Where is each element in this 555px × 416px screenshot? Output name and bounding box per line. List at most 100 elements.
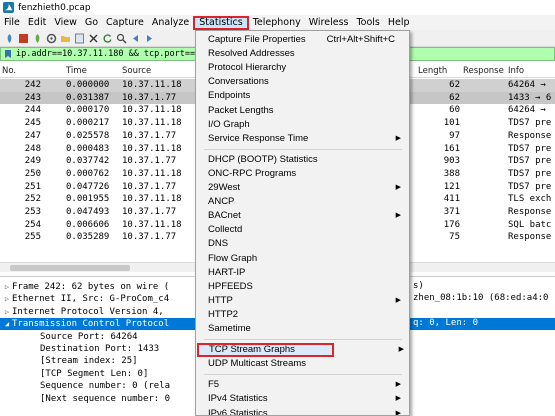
menu-item-label: HTTP (208, 294, 233, 306)
packet-info: Response (508, 232, 552, 243)
menu-item-hpfeeds[interactable]: HPFEEDS (196, 280, 409, 294)
go-forward-icon[interactable] (144, 33, 155, 44)
menu-tools[interactable]: Tools (352, 16, 383, 30)
save-file-icon[interactable] (74, 33, 85, 44)
packet-no: 242 (24, 80, 41, 90)
capture-options-icon[interactable] (46, 33, 57, 44)
find-packet-icon[interactable] (116, 33, 127, 44)
menu-item-bacnet[interactable]: BACnet ▶ (196, 209, 409, 223)
stop-capture-icon[interactable] (18, 33, 29, 44)
column-length[interactable]: Length (418, 66, 447, 76)
menu-edit[interactable]: Edit (24, 16, 50, 30)
column-time[interactable]: Time (66, 66, 87, 76)
menu-item-endpoints[interactable]: Endpoints (196, 89, 409, 103)
column-response[interactable]: Response (463, 66, 504, 76)
menu-item-i-o-graph[interactable]: I/O Graph (196, 118, 409, 132)
expand-arrow-icon[interactable]: ▷ (2, 281, 12, 293)
packet-info: 64264 → (508, 80, 546, 90)
packet-info: TDS7 pre (508, 168, 552, 179)
menu-item-http[interactable]: HTTP ▶ (196, 294, 409, 308)
packet-source: 10.37.11.18 (122, 194, 182, 205)
detail-line[interactable]: [Next sequence number: 0 (30, 393, 170, 405)
restart-capture-icon[interactable] (32, 33, 43, 44)
expand-arrow-icon[interactable]: ◢ (2, 318, 12, 330)
open-file-icon[interactable] (60, 33, 71, 44)
detail-line[interactable]: [Stream index: 25] (30, 355, 138, 367)
detail-text: [TCP Segment Len: 0] (40, 368, 149, 379)
menu-item-ipv4-statistics[interactable]: IPv4 Statistics ▶ (196, 392, 409, 406)
packet-info: 1433 → 6 (508, 92, 552, 103)
packet-no: 252 (24, 194, 41, 205)
menu-item-capture-file-properties[interactable]: Capture File Properties Ctrl+Alt+Shift+C (196, 33, 409, 47)
menu-item-flow-graph[interactable]: Flow Graph (196, 252, 409, 266)
menu-item-hart-ip[interactable]: HART-IP (196, 266, 409, 280)
start-capture-icon[interactable] (4, 33, 15, 44)
menu-go[interactable]: Go (81, 16, 102, 30)
menu-item-label: DNS (208, 238, 229, 250)
menu-item-resolved-addresses[interactable]: Resolved Addresses (196, 47, 409, 61)
close-file-icon[interactable] (88, 33, 99, 44)
menu-item-sametime[interactable]: Sametime (196, 322, 409, 336)
menu-item-collectd[interactable]: Collectd (196, 223, 409, 237)
packet-time: 0.001955 (66, 194, 110, 205)
packet-length: 97 (449, 130, 460, 141)
menu-item-udp-multicast-streams[interactable]: UDP Multicast Streams (196, 357, 409, 371)
menu-statistics[interactable]: Statistics (193, 15, 249, 30)
packet-time: 0.000483 (66, 143, 110, 154)
menu-separator (204, 339, 402, 341)
menu-item-conversations[interactable]: Conversations (196, 75, 409, 89)
detail-line[interactable]: ▷ Ethernet II, Src: G-ProCom_c4 (2, 293, 169, 305)
packet-time: 0.006606 (66, 219, 110, 230)
packet-info: Response (508, 130, 552, 141)
packet-no: 245 (24, 118, 41, 129)
packet-length: 371 (443, 207, 460, 217)
submenu-arrow-icon: ▶ (395, 212, 401, 220)
menu-item-dns[interactable]: DNS (196, 237, 409, 251)
menu-item-tcp-stream-graphs[interactable]: TCP Stream Graphs ▶ (197, 343, 404, 357)
menu-file[interactable]: File (0, 16, 24, 30)
column-no[interactable]: No. (2, 66, 16, 76)
bookmark-icon[interactable] (3, 49, 13, 59)
reload-icon[interactable] (102, 33, 113, 44)
menu-view[interactable]: View (50, 16, 81, 30)
menu-capture[interactable]: Capture (102, 16, 148, 30)
menu-help[interactable]: Help (384, 16, 414, 30)
menu-item-ipv6-statistics[interactable]: IPv6 Statistics ▶ (196, 407, 409, 416)
detail-line[interactable]: [TCP Segment Len: 0] (30, 368, 148, 380)
menu-item-service-response-time[interactable]: Service Response Time ▶ (196, 132, 409, 146)
detail-line[interactable]: Source Port: 64264 (30, 331, 138, 343)
detail-line[interactable]: Destination Port: 1433 (30, 343, 159, 355)
display-filter-input[interactable]: ip.addr==10.37.11.180 && tcp.port==64... (16, 49, 221, 59)
scroll-thumb[interactable] (10, 265, 130, 271)
menu-item-f5[interactable]: F5 ▶ (196, 378, 409, 392)
expand-arrow-icon[interactable]: ▷ (2, 293, 12, 305)
packet-source: 10.37.1.77 (122, 181, 177, 192)
menu-item-onc-rpc-programs[interactable]: ONC-RPC Programs (196, 167, 409, 181)
detail-line[interactable]: ▷ Internet Protocol Version 4, (2, 306, 164, 318)
detail-line[interactable]: ▷ Frame 242: 62 bytes on wire ( (2, 281, 169, 293)
column-info[interactable]: Info (508, 66, 524, 76)
detail-text: [Stream index: 25] (40, 356, 138, 367)
packet-source: 10.37.11.18 (122, 105, 182, 116)
column-source[interactable]: Source (122, 66, 151, 76)
menu-wireless[interactable]: Wireless (305, 16, 353, 30)
menu-item-http2[interactable]: HTTP2 (196, 308, 409, 322)
menu-item-label: IPv6 Statistics (208, 407, 268, 416)
detail-text: Source Port: 64264 (40, 331, 138, 342)
go-back-icon[interactable] (130, 33, 141, 44)
menu-item-ancp[interactable]: ANCP (196, 195, 409, 209)
menu-item-dhcp-bootp-statistics[interactable]: DHCP (BOOTP) Statistics (196, 153, 409, 167)
menu-telephony[interactable]: Telephony (249, 16, 305, 30)
submenu-arrow-icon: ▶ (395, 134, 401, 142)
menu-item-label: ONC-RPC Programs (208, 167, 297, 179)
menu-item-packet-lengths[interactable]: Packet Lengths (196, 104, 409, 118)
packet-length: 75 (449, 232, 460, 243)
detail-line[interactable]: Sequence number: 0 (rela (30, 380, 170, 392)
menu-item-29west[interactable]: 29West ▶ (196, 181, 409, 195)
menu-item-label: Capture File Properties (208, 34, 306, 45)
menu-item-protocol-hierarchy[interactable]: Protocol Hierarchy (196, 61, 409, 75)
menu-analyze[interactable]: Analyze (148, 16, 193, 30)
expand-arrow-icon[interactable]: ▷ (2, 306, 12, 318)
title-bar: fenzhieth0.pcap (0, 0, 555, 15)
menu-item-label: UDP Multicast Streams (208, 358, 307, 370)
